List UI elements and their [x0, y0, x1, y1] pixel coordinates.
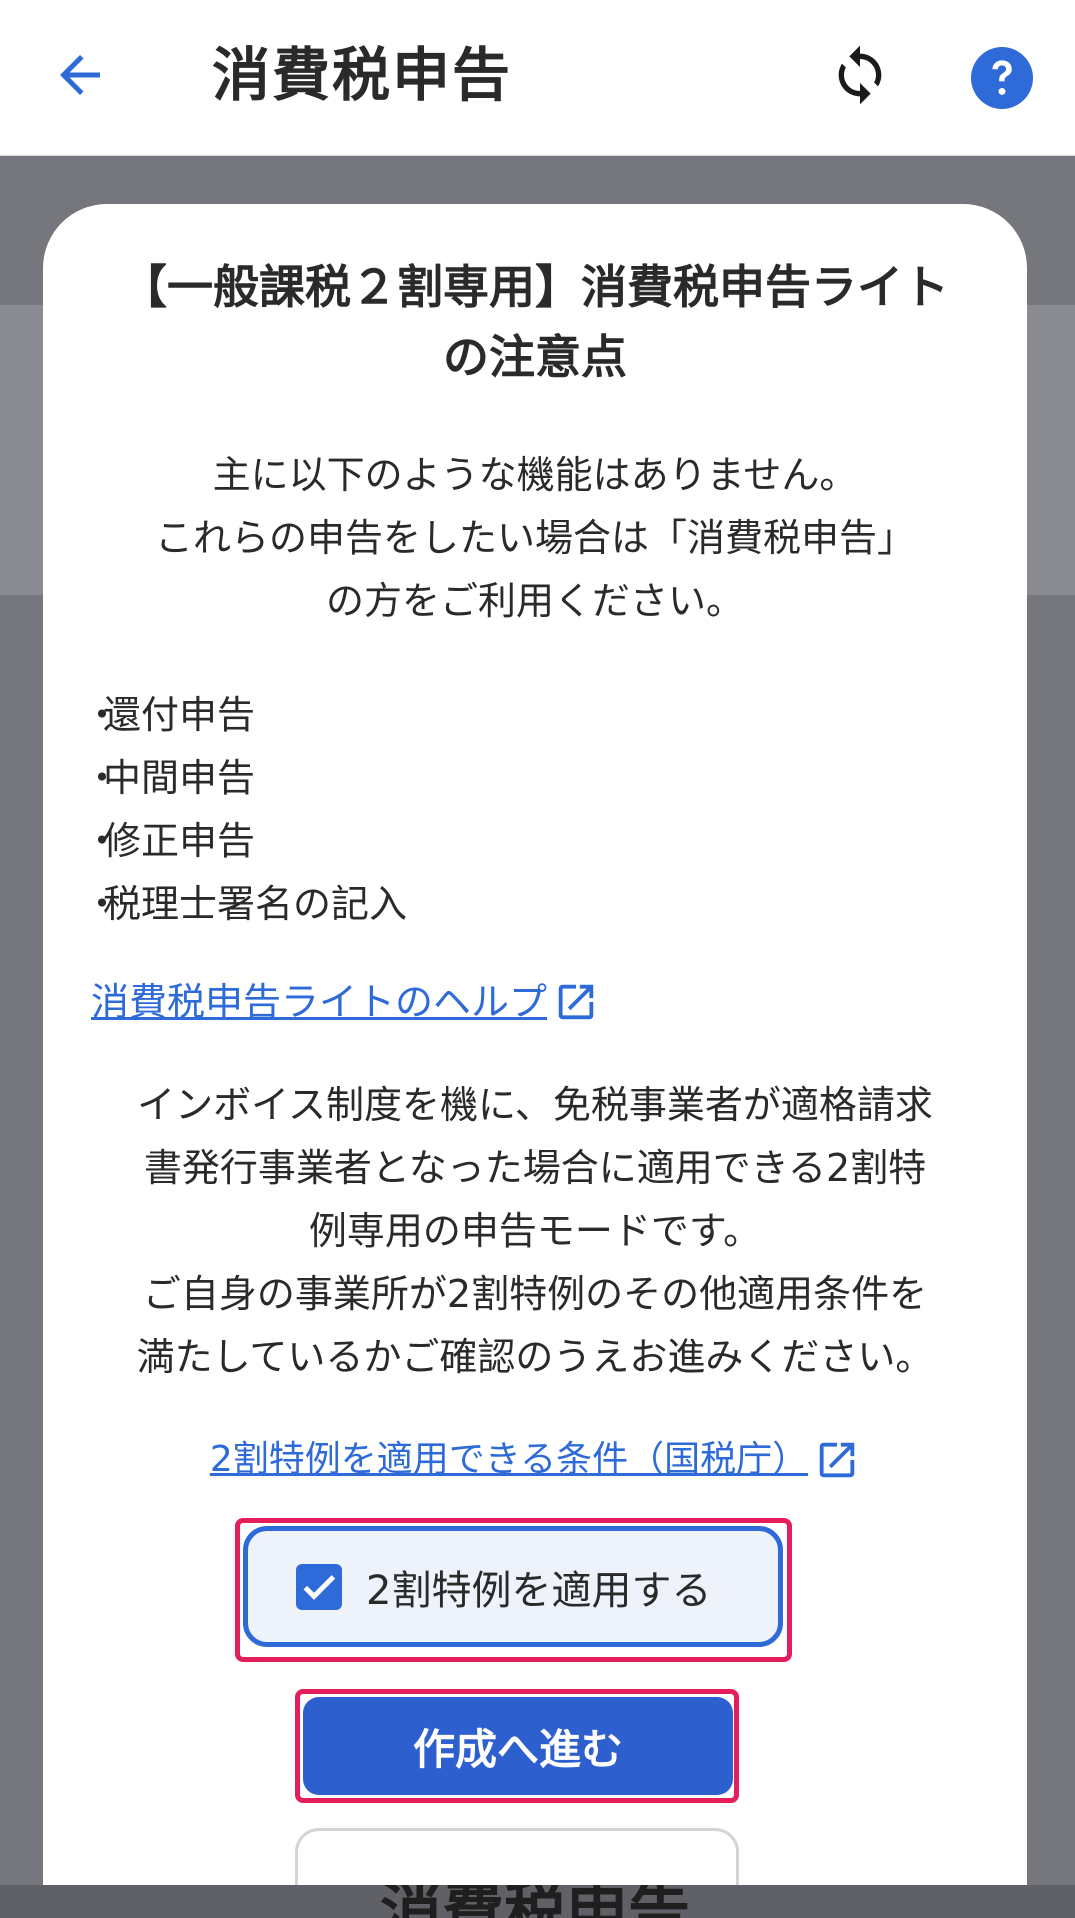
feature-item: 修正申告 — [91, 810, 407, 873]
description-line: 例専用の申告モードです。 — [308, 1209, 762, 1253]
check-icon — [303, 1574, 336, 1600]
apply-special-rule-checkbox[interactable]: 2割特例を適用する — [243, 1526, 783, 1647]
help-link-label: 消費税申告ライトのヘルプ — [91, 980, 548, 1024]
unsupported-features-list: 還付申告 中間申告 修正申告 税理士署名の記入 — [91, 684, 407, 936]
arrow-left-icon — [60, 55, 100, 95]
back-button[interactable] — [40, 30, 120, 120]
conditions-link-label: 2割特例を適用できる条件（国税庁） — [209, 1439, 809, 1480]
dialog-title-line2: の注意点 — [443, 330, 627, 384]
intro-line: 主に以下のような機能はありません。 — [212, 453, 858, 497]
proceed-button[interactable]: 作成へ進む — [303, 1697, 733, 1795]
sync-button[interactable] — [820, 30, 900, 120]
secondary-button-peek-label: 消費税申告 — [43, 1885, 1027, 1918]
description-line: 満たしているかご確認のうえお進みください。 — [136, 1335, 934, 1379]
help-button[interactable] — [962, 38, 1042, 118]
help-link[interactable]: 消費税申告ライトのヘルプ — [91, 974, 599, 1030]
dialog-title: 【一般課税２割専用】消費税申告ライト の注意点 — [83, 252, 987, 392]
sync-icon — [838, 45, 882, 105]
page-title: 消費税申告 — [212, 41, 513, 109]
checkbox-label: 2割特例を適用する — [366, 1567, 712, 1614]
dialog-title-line1: 【一般課税２割専用】消費税申告ライト — [121, 260, 949, 314]
notice-dialog: 【一般課税２割専用】消費税申告ライト の注意点 主に以下のような機能はありません… — [43, 204, 1027, 1918]
conditions-link[interactable]: 2割特例を適用できる条件（国税庁） — [43, 1432, 1027, 1488]
secondary-button-peek: 消費税申告 — [43, 1885, 1027, 1918]
external-link-icon — [819, 1442, 855, 1478]
intro-line: の方をご利用ください。 — [325, 579, 744, 623]
description-text: インボイス制度を機に、免税事業者が適格請求 書発行事業者となった場合に適用できる… — [63, 1074, 1007, 1389]
help-circle-icon — [971, 47, 1033, 109]
checkbox-checked[interactable] — [296, 1563, 342, 1610]
external-link-icon — [558, 984, 594, 1020]
feature-item: 税理士署名の記入 — [91, 873, 407, 936]
feature-item: 中間申告 — [91, 747, 407, 810]
feature-item: 還付申告 — [91, 684, 407, 747]
description-line: インボイス制度を機に、免税事業者が適格請求 — [137, 1083, 933, 1127]
description-line: ご自身の事業所が2割特例のその他適用条件を — [142, 1272, 928, 1316]
intro-text: 主に以下のような機能はありません。 これらの申告をしたい場合は「消費税申告」 の… — [63, 444, 1007, 633]
app-bar: 消費税申告 — [0, 0, 1075, 156]
description-line: 書発行事業者となった場合に適用できる2割特 — [143, 1146, 927, 1190]
intro-line: これらの申告をしたい場合は「消費税申告」 — [154, 516, 915, 560]
